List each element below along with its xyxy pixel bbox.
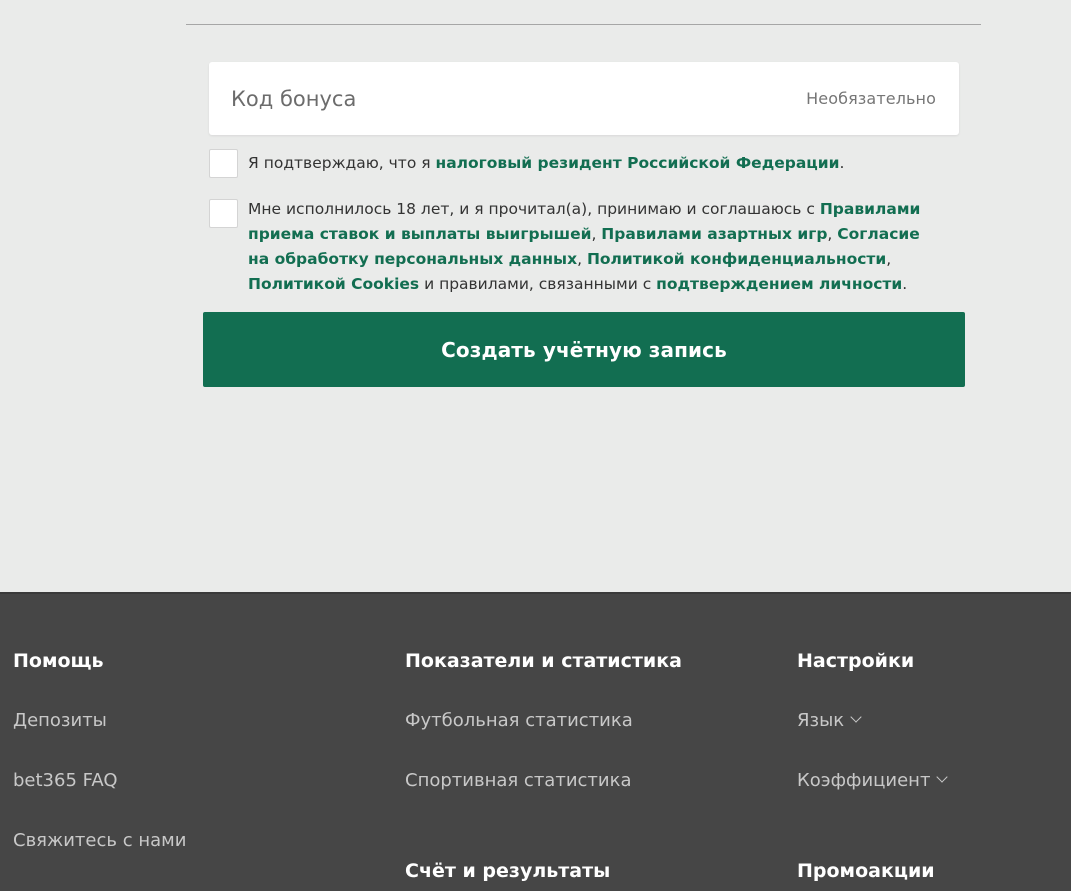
chevron-down-icon	[936, 771, 949, 783]
bonus-code-input[interactable]	[209, 62, 769, 135]
language-label: Язык	[797, 710, 845, 731]
consent-separator: ,	[591, 225, 602, 243]
footer-heading-settings: Настройки	[797, 650, 915, 672]
identity-verification-link[interactable]: подтверждением личности	[656, 275, 902, 293]
tax-resident-text: Я подтверждаю, что я налоговый резидент …	[248, 151, 938, 176]
footer-link-deposits[interactable]: Депозиты	[13, 710, 107, 731]
footer-heading-stats: Показатели и статистика	[405, 650, 682, 672]
tax-resident-text-prefix: Я подтверждаю, что я	[248, 154, 436, 172]
footer-link-faq[interactable]: bet365 FAQ	[13, 770, 118, 791]
consent-text-part: Мне исполнилось 18 лет, и я прочитал(а),…	[248, 200, 820, 218]
footer-link-contact[interactable]: Свяжитесь с нами	[13, 830, 186, 851]
odds-format-label: Коэффициент	[797, 770, 931, 791]
age-consent-checkbox[interactable]	[209, 199, 238, 228]
cookies-policy-link[interactable]: Политикой Cookies	[248, 275, 419, 293]
section-divider	[186, 24, 981, 25]
tax-resident-link[interactable]: налоговый резидент Российской Федерации	[436, 154, 840, 172]
consent-text-part: .	[902, 275, 908, 293]
footer: Помощь Депозиты bet365 FAQ Свяжитесь с н…	[0, 592, 1071, 891]
bonus-code-field[interactable]: Необязательно	[209, 62, 959, 135]
language-dropdown[interactable]: Язык	[797, 710, 862, 731]
chevron-down-icon	[850, 711, 862, 723]
create-account-button[interactable]: Создать учётную запись	[203, 312, 965, 387]
footer-heading-help: Помощь	[13, 650, 104, 672]
consent-separator: ,	[577, 250, 587, 268]
consent-separator: ,	[827, 225, 838, 243]
footer-heading-scores: Счёт и результаты	[405, 860, 611, 882]
footer-link-football-stats[interactable]: Футбольная статистика	[405, 710, 633, 731]
footer-link-sport-stats[interactable]: Спортивная статистика	[405, 770, 632, 791]
age-consent-text: Мне исполнилось 18 лет, и я прочитал(а),…	[248, 197, 938, 297]
gambling-rules-link[interactable]: Правилами азартных игр	[601, 225, 827, 243]
registration-page: Необязательно Я подтверждаю, что я налог…	[0, 0, 1071, 891]
privacy-policy-link[interactable]: Политикой конфиденциальности	[587, 250, 886, 268]
odds-format-dropdown[interactable]: Коэффициент	[797, 770, 949, 791]
tax-resident-checkbox[interactable]	[209, 149, 238, 178]
consent-text-part: и правилами, связанными с	[419, 275, 657, 293]
tax-resident-text-suffix: .	[839, 154, 845, 172]
optional-label: Необязательно	[806, 89, 936, 108]
footer-heading-promos: Промоакции	[797, 860, 935, 882]
consent-separator: ,	[886, 250, 892, 268]
